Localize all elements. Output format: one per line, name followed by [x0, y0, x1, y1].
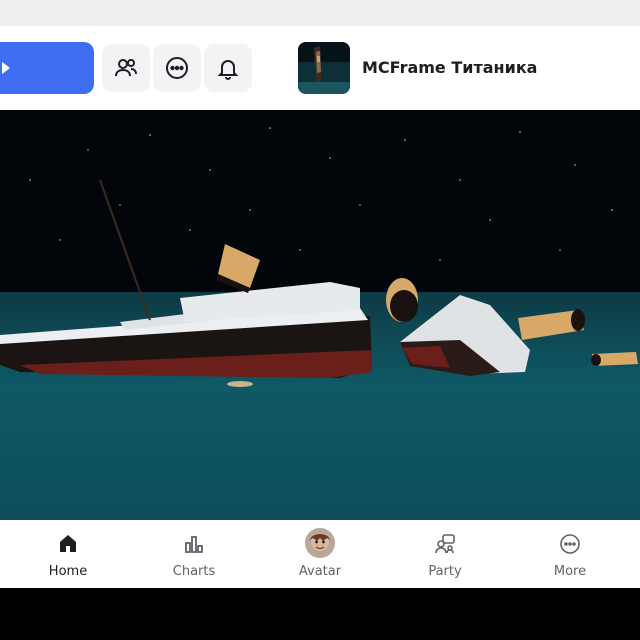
friends-icon [115, 59, 137, 77]
more-options-icon [166, 57, 188, 79]
more-options-button[interactable] [153, 44, 201, 92]
avatar-icon [305, 528, 335, 558]
charts-icon [185, 536, 203, 553]
nav-label-home: Home [48, 564, 88, 579]
game-header: MCFrame Титаника [0, 26, 640, 110]
floating-funnel-1 [386, 278, 418, 322]
nav-label-more: More [553, 564, 587, 579]
sinking-ship-scene [0, 110, 640, 520]
play-button[interactable] [0, 42, 94, 94]
bottom-black-area [0, 588, 640, 640]
bottom-nav-bar: Home Charts Avatar Party More [0, 520, 640, 588]
floating-funnel-3 [591, 352, 638, 366]
titanic-thumbnail-image [298, 42, 350, 94]
status-strip [0, 0, 640, 26]
party-icon [435, 534, 455, 554]
nav-label-charts: Charts [172, 564, 216, 579]
nav-label-avatar: Avatar [298, 564, 342, 579]
play-icon [2, 62, 10, 74]
game-thumbnail[interactable] [298, 42, 350, 94]
friends-button[interactable] [102, 44, 150, 92]
nav-item-avatar[interactable]: Avatar [270, 520, 370, 588]
nav-item-charts[interactable]: Charts [144, 520, 244, 588]
game-scene[interactable] [0, 110, 640, 520]
more-icon [560, 534, 580, 554]
lifeboat [227, 381, 253, 387]
notifications-bell-icon [217, 60, 239, 80]
nav-item-home[interactable]: Home [18, 520, 118, 588]
nav-item-more[interactable]: More [520, 520, 620, 588]
notifications-button[interactable] [204, 44, 252, 92]
nav-item-party[interactable]: Party [395, 520, 495, 588]
home-icon [60, 535, 76, 552]
nav-label-party: Party [428, 564, 462, 579]
game-title: MCFrame Титаника [362, 58, 538, 77]
